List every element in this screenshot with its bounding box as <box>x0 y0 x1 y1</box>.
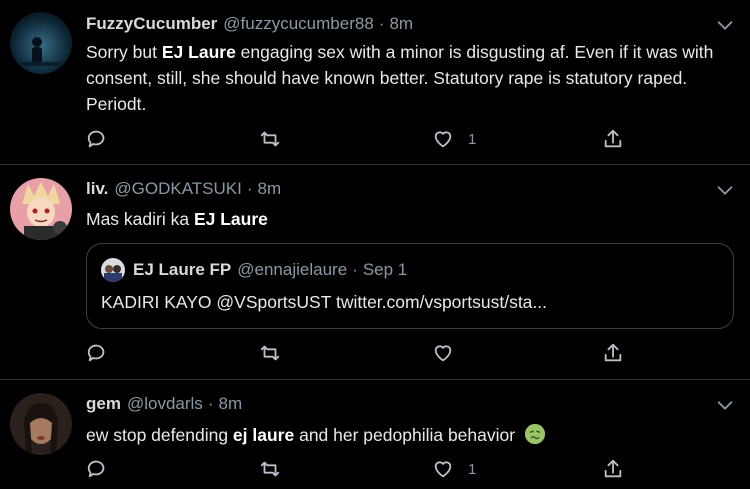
heart-icon <box>434 131 452 148</box>
tweet[interactable]: liv. @GODKATSUKI · 8m Mas kadiri ka EJ L… <box>0 165 750 380</box>
retweet-button[interactable] <box>259 458 281 480</box>
nauseated-face-emoji <box>524 423 546 445</box>
retweet-icon <box>260 131 280 147</box>
reply-button[interactable] <box>86 342 108 364</box>
like-button[interactable] <box>432 342 454 364</box>
like-count: 1 <box>468 130 477 148</box>
display-name[interactable]: FuzzyCucumber <box>86 14 217 34</box>
avatar[interactable] <box>10 178 72 240</box>
reply-icon <box>87 460 105 478</box>
separator-dot: · <box>378 14 385 33</box>
separator-dot: · <box>246 179 253 198</box>
quoted-avatar[interactable] <box>101 258 125 282</box>
reply-icon <box>87 130 105 148</box>
retweet-icon <box>260 345 280 361</box>
tweet-text: Mas kadiri ka EJ Laure <box>86 209 268 229</box>
avatar[interactable] <box>10 393 72 455</box>
quoted-text: KADIRI KAYO @VSportsUST twitter.com/vspo… <box>101 292 547 312</box>
chevron-down-icon[interactable] <box>714 14 736 36</box>
username[interactable]: @lovdarls <box>127 394 203 414</box>
like-button[interactable]: 1 <box>432 128 476 150</box>
avatar[interactable] <box>10 12 72 74</box>
timestamp[interactable]: 8m <box>389 14 413 34</box>
tweet-text: Sorry but EJ Laure engaging sex with a m… <box>86 42 714 114</box>
tweet[interactable]: gem @lovdarls · 8m ew stop defending ej … <box>0 380 750 489</box>
chevron-down-icon[interactable] <box>714 179 736 201</box>
tweet-text: ew stop defending ej laure and her pedop… <box>86 422 726 448</box>
quoted-username: @ennajielaure <box>237 260 348 279</box>
share-icon <box>604 459 622 478</box>
username[interactable]: @GODKATSUKI <box>114 179 241 199</box>
chevron-down-icon[interactable] <box>714 394 736 416</box>
display-name[interactable]: gem <box>86 394 121 414</box>
username[interactable]: @fuzzycucumber88 <box>223 14 374 34</box>
quoted-date: Sep 1 <box>362 260 408 279</box>
like-count: 1 <box>468 460 477 478</box>
separator-dot: · <box>352 260 358 279</box>
heart-icon <box>434 345 452 362</box>
separator-dot: · <box>207 394 214 413</box>
heart-icon <box>434 461 452 478</box>
retweet-button[interactable] <box>259 128 281 150</box>
tweet[interactable]: FuzzyCucumber @fuzzycucumber88 · 8m Sorr… <box>0 0 750 165</box>
share-icon <box>604 129 622 148</box>
reply-button[interactable] <box>86 128 108 150</box>
quoted-display-name: EJ Laure FP <box>133 260 232 279</box>
reply-button[interactable] <box>86 458 108 480</box>
timestamp[interactable]: 8m <box>258 179 282 199</box>
like-button[interactable]: 1 <box>432 458 476 480</box>
timestamp[interactable]: 8m <box>218 394 242 414</box>
share-button[interactable] <box>602 342 624 364</box>
display-name[interactable]: liv. <box>86 179 108 199</box>
share-button[interactable] <box>602 128 624 150</box>
quoted-tweet[interactable]: EJ Laure FP @ennajielaure · Sep 1 KADIRI… <box>86 243 734 329</box>
share-icon <box>604 343 622 362</box>
retweet-button[interactable] <box>259 342 281 364</box>
share-button[interactable] <box>602 458 624 480</box>
retweet-icon <box>260 461 280 477</box>
reply-icon <box>87 344 105 362</box>
